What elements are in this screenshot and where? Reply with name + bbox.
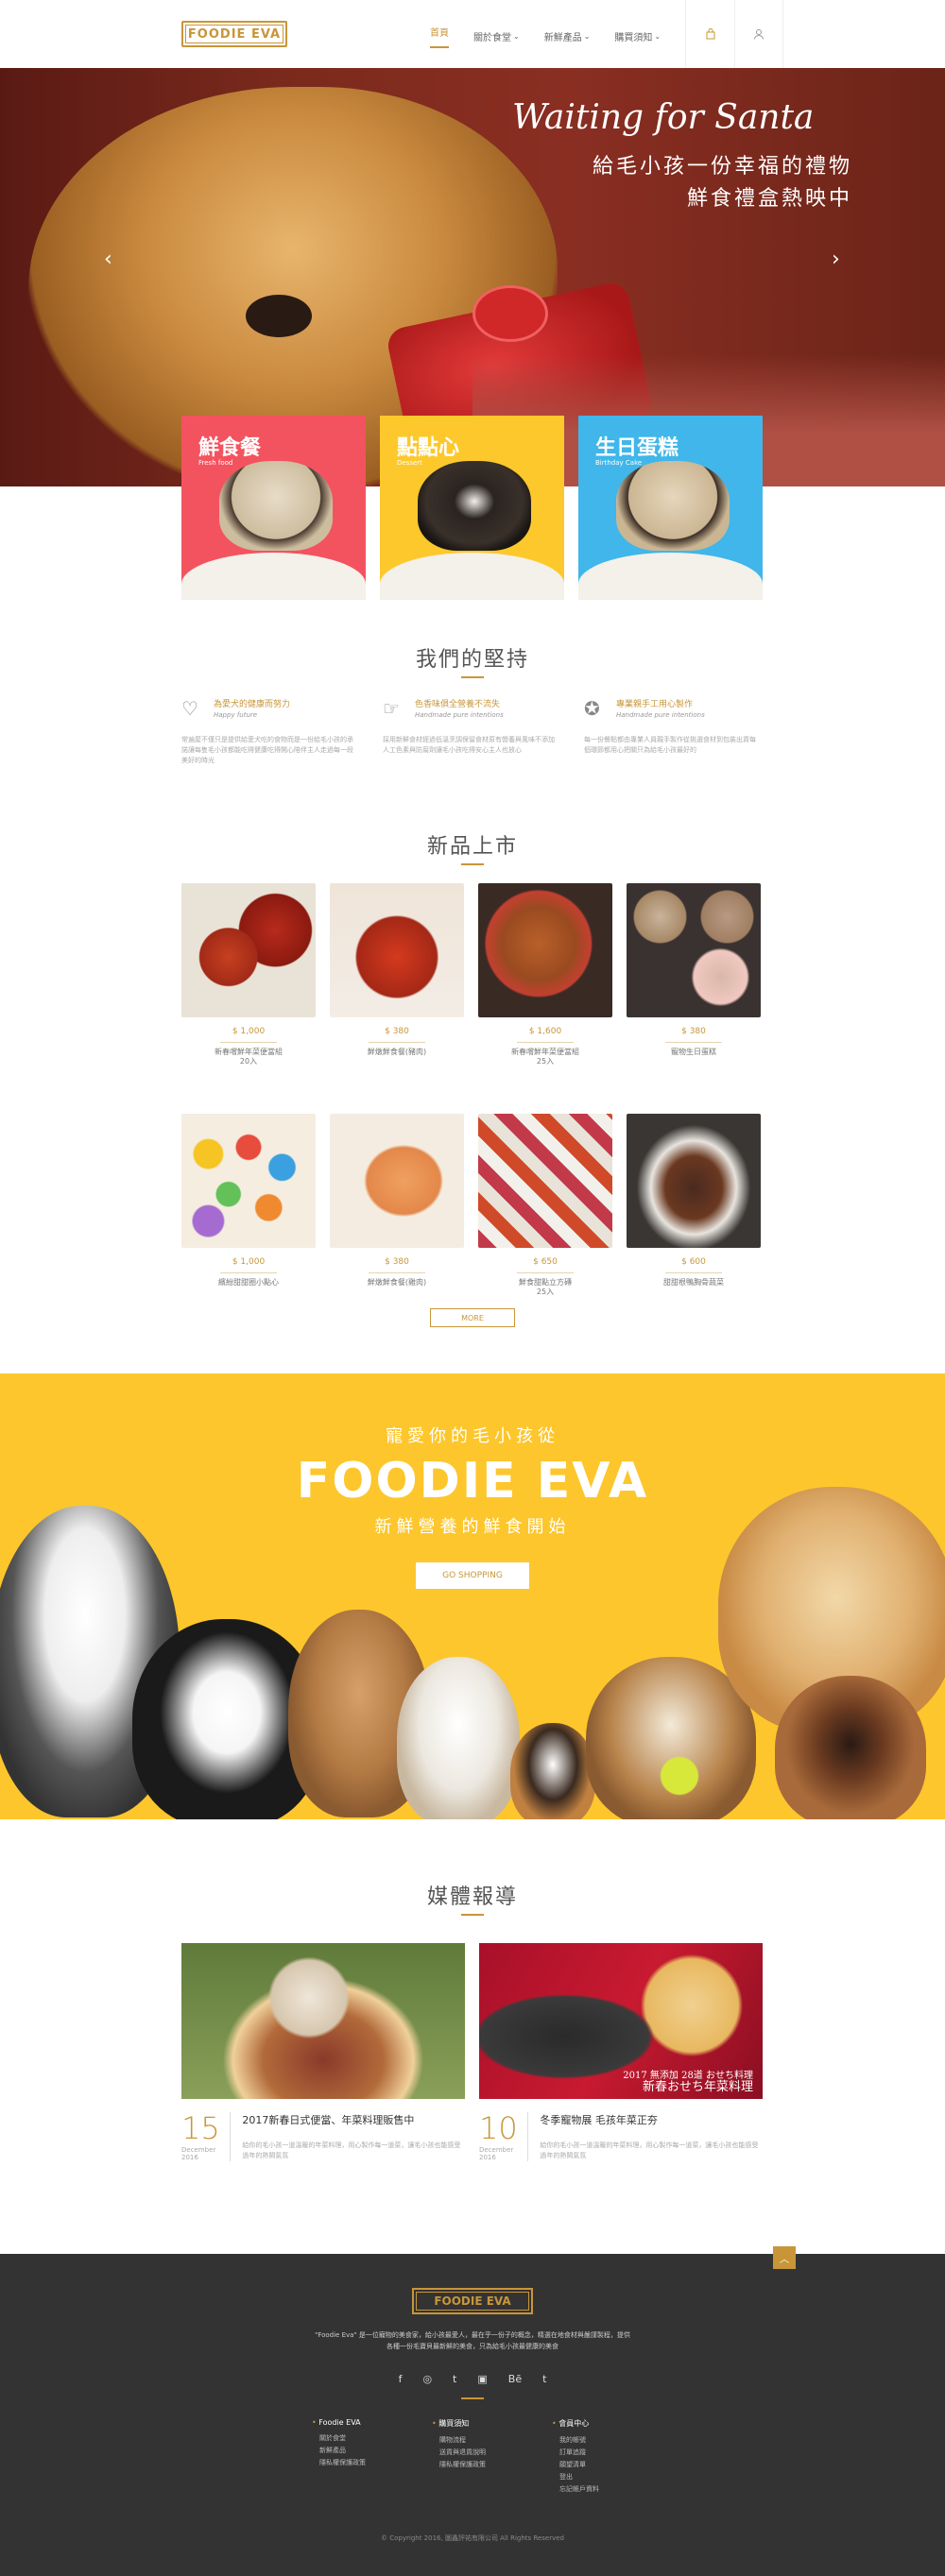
product-image[interactable]	[181, 883, 316, 1017]
heart-icon: ♡	[181, 697, 198, 720]
product-card[interactable]: $ 1,000 繽紛甜甜圈小點心	[181, 1114, 316, 1297]
media-card[interactable]: 15 December 2016 2017新春日式便當、年菜料理販售中 給你的毛小孩…	[181, 1943, 465, 2161]
instagram-icon[interactable]: ◎	[422, 2373, 432, 2385]
product-card[interactable]: $ 650 鮮食甜點立方磚 25入	[478, 1114, 612, 1297]
footer-columns: Foodie EVA 關於食堂 新鮮產品 隱私權保護政策 購買須知 購物流程 送…	[312, 2418, 599, 2496]
product-card[interactable]: $ 380 寵物生日蛋糕	[627, 883, 761, 1066]
media-title[interactable]: 2017新春日式便當、年菜料理販售中	[242, 2112, 465, 2127]
copyright: © Copyright 2016, 圖鑫評祐有限公司 All Rights Re…	[381, 2534, 564, 2542]
footer-link[interactable]: 願望清單	[552, 2459, 599, 2471]
media-list: 15 December 2016 2017新春日式便當、年菜料理販售中 給你的毛小孩…	[181, 1943, 763, 2161]
logo[interactable]: FOODIE EVA	[181, 21, 287, 47]
media-card[interactable]: 2017 無添加 28道 おせち料理 新春おせち年菜料理 10 December 2…	[479, 1943, 763, 2161]
banner-line3: 新鮮營養的鮮食開始	[374, 1517, 571, 1537]
product-image[interactable]	[330, 1114, 464, 1248]
category-card-fresh-food[interactable]: 鮮食餐 Fresh food	[181, 416, 366, 600]
promise-item: ☞ 色香味俱全營養不流失 Handmade pure intentions 採用新…	[383, 697, 555, 754]
prev-slide-icon[interactable]: ‹	[104, 247, 112, 271]
title-divider	[461, 1914, 484, 1916]
puppy-image	[510, 1723, 595, 1819]
banner-brand: FOODIE EVA	[296, 1453, 649, 1510]
footer-link[interactable]: 隱私權保護政策	[432, 2459, 486, 2471]
footer-link[interactable]: 登出	[552, 2471, 599, 2483]
media-image[interactable]	[181, 1943, 465, 2099]
product-image[interactable]	[478, 883, 612, 1017]
footer-link[interactable]: 隱私權保護政策	[312, 2457, 366, 2469]
main-nav: 首頁 關於食堂 ⌄ 新鮮產品 ⌄ 購買須知 ⌄	[430, 25, 685, 48]
footer-link[interactable]: 新鮮產品	[312, 2445, 366, 2457]
hero-subtitle: 給毛小孩一份幸福的禮物 鮮食禮盒熱映中	[592, 155, 852, 211]
product-image[interactable]	[478, 1114, 612, 1248]
footer-column: Foodie EVA 關於食堂 新鮮產品 隱私權保護政策	[312, 2418, 366, 2496]
linkedin-icon[interactable]: ▣	[477, 2373, 487, 2385]
next-slide-icon[interactable]: ›	[832, 247, 840, 271]
cart-icon[interactable]	[685, 0, 734, 68]
back-to-top-button[interactable]: ︿	[773, 2246, 796, 2269]
media-image[interactable]: 2017 無添加 28道 おせち料理 新春おせち年菜料理	[479, 1943, 763, 2099]
section-title-media: 媒體報導	[426, 1885, 518, 1909]
badge-icon: ✪	[584, 697, 600, 720]
behance-icon[interactable]: Bē	[508, 2373, 522, 2385]
hero-title: Waiting for Santa	[512, 98, 815, 137]
product-card[interactable]: $ 600 甜甜根鴨胸骨蔬菜	[627, 1114, 761, 1297]
nav-item-about[interactable]: 關於食堂 ⌄	[473, 25, 520, 48]
post-date: 15 December 2016	[181, 2112, 232, 2161]
title-divider	[461, 863, 484, 865]
go-shopping-button[interactable]: GO SHOPPING	[416, 1562, 529, 1589]
twitter-icon[interactable]: t	[453, 2373, 456, 2385]
title-divider	[461, 676, 484, 678]
jack-russell-image	[397, 1657, 520, 1819]
product-grid: $ 1,000 新春嚐鮮年菜便當組 20入 $ 380 鮮燉鮮食餐(豬肉) $ 1,…	[181, 883, 761, 1297]
promises-list: ♡ 為愛犬的健康而努力 Happy future 常遍屋不僅只是提供給愛犬吃的食物…	[181, 697, 762, 766]
product-card[interactable]: $ 1,600 新春嚐鮮年菜便當組 25入	[478, 883, 612, 1066]
nav-item-products[interactable]: 新鮮產品 ⌄	[544, 25, 591, 48]
site-footer: FOODIE EVA "Foodie Eva" 是一位寵物的美食家，給小孩最愛人…	[0, 2254, 945, 2576]
product-image[interactable]	[330, 883, 464, 1017]
category-card-birthday-cake[interactable]: 生日蛋糕 Birthday Cake	[578, 416, 763, 600]
product-card[interactable]: $ 380 鮮燉鮮食餐(豬肉)	[330, 883, 464, 1066]
product-image[interactable]	[627, 1114, 761, 1248]
product-card[interactable]: $ 1,000 新春嚐鮮年菜便當組 20入	[181, 883, 316, 1066]
chevron-down-icon: ⌄	[654, 32, 662, 41]
product-card[interactable]: $ 380 鮮燉鮮食餐(雞肉)	[330, 1114, 464, 1297]
promise-item: ♡ 為愛犬的健康而努力 Happy future 常遍屋不僅只是提供給愛犬吃的食物…	[181, 697, 353, 764]
footer-link[interactable]: 忘記帳戶資料	[552, 2483, 599, 2496]
footer-link[interactable]: 關於食堂	[312, 2432, 366, 2445]
footer-link[interactable]: 送貨與退貨說明	[432, 2447, 486, 2459]
tumblr-icon[interactable]: t	[542, 2373, 546, 2385]
footer-divider	[461, 2397, 484, 2399]
category-card-dessert[interactable]: 點點心 Dessert	[380, 416, 564, 600]
promise-item: ✪ 專業親手工用心製作 Handmade pure intentions 每一份餐…	[584, 697, 756, 754]
category-cards: 鮮食餐 Fresh food 點點心 Dessert 生日蛋糕 Birthday…	[181, 416, 763, 600]
hand-icon: ☞	[383, 697, 400, 720]
footer-logo[interactable]: FOODIE EVA	[412, 2288, 533, 2314]
footer-column: 會員中心 我的帳號 訂單追蹤 願望清單 登出 忘記帳戶資料	[552, 2418, 599, 2496]
airedale-image	[775, 1676, 926, 1819]
site-header: FOODIE EVA 首頁 關於食堂 ⌄ 新鮮產品 ⌄ 購買須知 ⌄	[0, 0, 945, 68]
nav-item-purchase[interactable]: 購買須知 ⌄	[614, 25, 661, 48]
facebook-icon[interactable]: f	[399, 2373, 403, 2385]
promo-banner: 寵愛你的毛小孩從 FOODIE EVA 新鮮營養的鮮食開始 GO SHOPPIN…	[0, 1373, 945, 1819]
section-title-products: 新品上市	[426, 835, 518, 859]
footer-link[interactable]: 我的帳號	[552, 2434, 599, 2447]
section-title-promises: 我們的堅持	[415, 648, 529, 672]
footer-description: "Foodie Eva" 是一位寵物的美食家，給小孩最愛人，最在乎一份子的概念，…	[315, 2331, 630, 2350]
media-title[interactable]: 冬季寵物展 毛孩年菜正夯	[540, 2112, 763, 2127]
nav-item-home[interactable]: 首頁	[430, 25, 449, 48]
social-links: f ◎ t ▣ Bē t	[0, 2373, 945, 2385]
post-date: 10 December 2016	[479, 2112, 529, 2161]
footer-link[interactable]: 購物流程	[432, 2434, 486, 2447]
chevron-down-icon: ⌄	[513, 32, 520, 41]
product-image[interactable]	[627, 883, 761, 1017]
user-icon[interactable]	[734, 0, 783, 68]
product-image[interactable]	[181, 1114, 316, 1248]
chevron-down-icon: ⌄	[583, 32, 591, 41]
more-button[interactable]: MORE	[430, 1308, 515, 1327]
footer-column: 購買須知 購物流程 送貨與退貨說明 隱私權保護政策	[432, 2418, 486, 2496]
banner-line1: 寵愛你的毛小孩從	[386, 1426, 559, 1446]
footer-link[interactable]: 訂單追蹤	[552, 2447, 599, 2459]
